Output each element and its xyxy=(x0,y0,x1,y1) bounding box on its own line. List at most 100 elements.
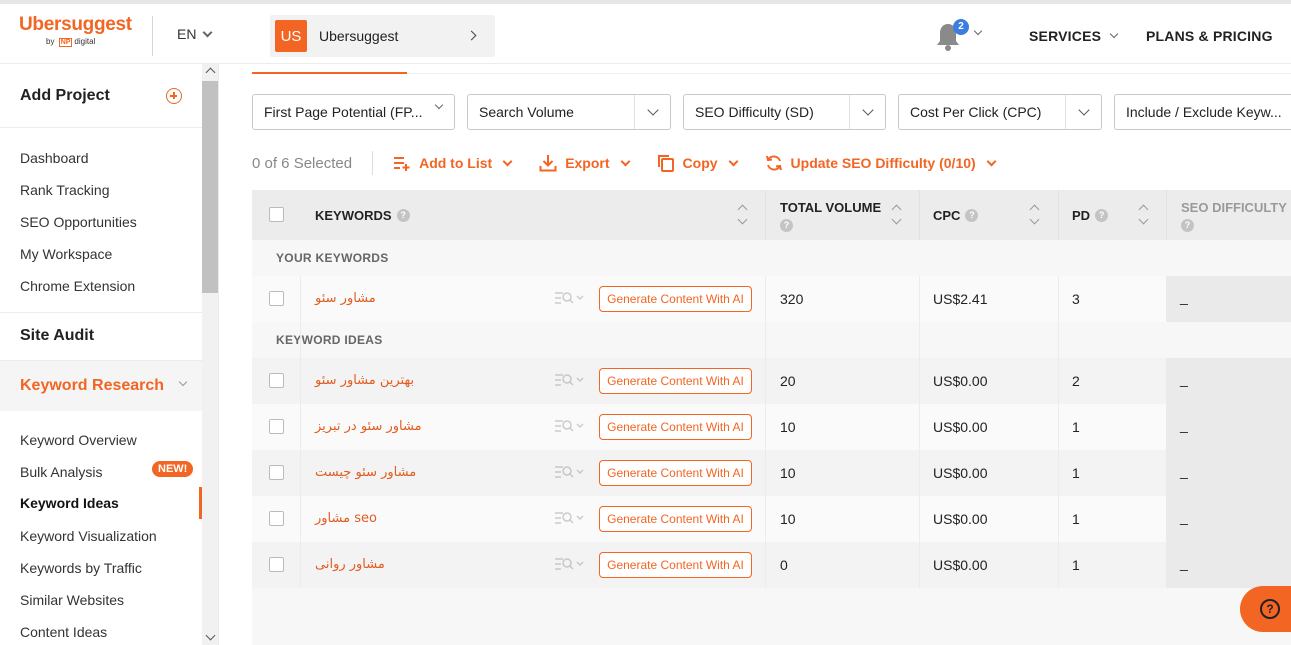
chevron-right-icon xyxy=(466,30,477,41)
group-header-keyword-ideas: KEYWORD IDEAS xyxy=(252,322,1291,358)
sidebar-item-keyword-research: Keyword Research xyxy=(20,377,165,394)
sidebar-item-content-ideas[interactable]: Content Ideas xyxy=(20,624,107,640)
add-to-list-button[interactable]: Add to List xyxy=(393,155,513,171)
sidebar-scroll-thumb[interactable] xyxy=(202,81,218,293)
help-icon[interactable]: ? xyxy=(965,208,979,222)
services-menu[interactable]: SERVICES xyxy=(1029,28,1119,44)
download-icon xyxy=(539,155,557,172)
row-checkbox[interactable] xyxy=(269,419,284,434)
table-header: KEYWORDS? TOTAL VOLUME ? CPC? PD? SEO DI… xyxy=(252,190,1291,240)
generate-content-button[interactable]: Generate Content With AI xyxy=(599,460,752,486)
search-list-icon[interactable] xyxy=(555,419,585,433)
keyword-link[interactable]: بهترین مشاور سئو xyxy=(315,373,414,388)
sidebar-item-keyword-ideas[interactable]: Keyword Ideas xyxy=(20,495,119,511)
sort-icon[interactable] xyxy=(1139,202,1149,228)
sort-icon[interactable] xyxy=(738,202,748,228)
sidebar-item-keyword-visualization[interactable]: Keyword Visualization xyxy=(20,528,157,544)
filter-cost-per-click[interactable]: Cost Per Click (CPC) xyxy=(898,94,1102,130)
row-checkbox[interactable] xyxy=(269,557,284,572)
column-divider xyxy=(919,276,920,588)
column-divider xyxy=(919,190,920,240)
sidebar-item-bulk-analysis[interactable]: Bulk Analysis xyxy=(20,464,102,480)
keyword-link[interactable]: مشاور seo xyxy=(315,511,377,526)
search-list-icon[interactable] xyxy=(555,373,585,387)
keyword-research-section[interactable]: Keyword Research xyxy=(0,361,202,411)
search-list-icon[interactable] xyxy=(555,557,585,571)
language-selector[interactable]: EN xyxy=(177,26,213,42)
keyword-link[interactable]: مشاور سئو چیست xyxy=(315,465,416,480)
site-audit-section: Site Audit xyxy=(0,312,202,361)
pd-cell: 1 xyxy=(1072,465,1080,481)
chevron-down-icon xyxy=(434,100,444,110)
help-icon[interactable]: ? xyxy=(396,208,410,222)
generate-content-button[interactable]: Generate Content With AI xyxy=(599,286,752,312)
ubersuggest-logo[interactable]: Ubersuggest by NP digital xyxy=(19,14,132,54)
help-button[interactable]: ? xyxy=(1240,586,1291,632)
header-divider xyxy=(152,16,153,56)
header-total-volume[interactable]: TOTAL VOLUME xyxy=(780,182,881,232)
plans-pricing-link[interactable]: PLANS & PRICING xyxy=(1146,28,1273,44)
search-list-icon[interactable] xyxy=(555,511,585,525)
sidebar-item-chrome-extension[interactable]: Chrome Extension xyxy=(20,278,135,294)
header-pd[interactable]: PD? xyxy=(1072,190,1109,240)
chevron-down-icon xyxy=(646,104,659,116)
filter-first-page-potential[interactable]: First Page Potential (FP... xyxy=(252,94,455,130)
help-icon[interactable]: ? xyxy=(1181,219,1194,232)
cpc-cell: US$0.00 xyxy=(933,419,988,435)
export-label: Export xyxy=(565,155,610,171)
generate-content-button[interactable]: Generate Content With AI xyxy=(599,506,752,532)
search-list-icon[interactable] xyxy=(555,465,585,479)
keyword-link[interactable]: مشاور روانی xyxy=(315,557,385,572)
add-project-label[interactable]: Add Project xyxy=(20,87,110,105)
chevron-down-icon[interactable] xyxy=(973,26,983,36)
column-divider xyxy=(765,276,766,588)
volume-cell: 10 xyxy=(780,419,796,435)
row-checkbox[interactable] xyxy=(269,511,284,526)
sidebar-item-similar-websites[interactable]: Similar Websites xyxy=(20,592,124,608)
search-list-icon[interactable] xyxy=(555,291,585,305)
column-divider xyxy=(300,276,301,588)
cpc-cell: US$0.00 xyxy=(933,511,988,527)
filter-include-exclude[interactable]: Include / Exclude Keyw... xyxy=(1114,94,1291,130)
sidebar-item-keyword-overview[interactable]: Keyword Overview xyxy=(20,432,137,448)
generate-content-button[interactable]: Generate Content With AI xyxy=(599,414,752,440)
filter-label: Include / Exclude Keyw... xyxy=(1126,104,1282,120)
sidebar-item-my-workspace[interactable]: My Workspace xyxy=(20,246,112,262)
table-row: مشاور سئو در تبریز Generate Content With… xyxy=(252,404,1291,450)
row-checkbox[interactable] xyxy=(269,373,284,388)
sidebar-item-dashboard[interactable]: Dashboard xyxy=(20,150,89,166)
header-cpc[interactable]: CPC? xyxy=(933,190,979,240)
pd-cell: 1 xyxy=(1072,511,1080,527)
row-checkbox[interactable] xyxy=(269,465,284,480)
sidebar-item-seo-opportunities[interactable]: SEO Opportunities xyxy=(20,214,137,230)
help-icon[interactable]: ? xyxy=(1095,208,1109,222)
copy-button[interactable]: Copy xyxy=(657,154,738,172)
filter-seo-difficulty[interactable]: SEO Difficulty (SD) xyxy=(683,94,886,130)
sd-value: _ xyxy=(1180,555,1188,571)
row-checkbox[interactable] xyxy=(269,291,284,306)
table-row: مشاور سئو Generate Content With AI 320 U… xyxy=(252,276,1291,322)
sidebar-item-keywords-by-traffic[interactable]: Keywords by Traffic xyxy=(20,560,142,576)
column-divider xyxy=(1166,190,1167,240)
cpc-cell: US$0.00 xyxy=(933,465,988,481)
export-button[interactable]: Export xyxy=(539,154,630,172)
keyword-link[interactable]: مشاور سئو در تبریز xyxy=(315,419,422,434)
sort-icon[interactable] xyxy=(892,202,902,228)
header-seo-difficulty[interactable]: SEO DIFFICULTY xyxy=(1181,182,1287,232)
sidebar-item-rank-tracking[interactable]: Rank Tracking xyxy=(20,182,109,198)
header-keywords-label: KEYWORDS xyxy=(315,207,392,223)
services-label: SERVICES xyxy=(1029,28,1102,44)
generate-content-button[interactable]: Generate Content With AI xyxy=(599,368,752,394)
header-keywords[interactable]: KEYWORDS? xyxy=(315,190,410,240)
sidebar-item-site-audit[interactable]: Site Audit xyxy=(20,327,94,345)
select-all-checkbox[interactable] xyxy=(269,207,284,222)
update-seo-difficulty-button[interactable]: Update SEO Difficulty (0/10) xyxy=(765,154,997,172)
filter-search-volume[interactable]: Search Volume xyxy=(467,94,671,130)
keyword-link[interactable]: مشاور سئو xyxy=(315,291,376,306)
project-selector[interactable]: US Ubersuggest xyxy=(270,15,495,57)
generate-content-button[interactable]: Generate Content With AI xyxy=(599,552,752,578)
help-icon[interactable]: ? xyxy=(780,219,793,232)
sort-icon[interactable] xyxy=(1030,202,1040,228)
sd-cell: _ xyxy=(1166,496,1291,542)
add-circle-icon[interactable] xyxy=(166,88,182,104)
